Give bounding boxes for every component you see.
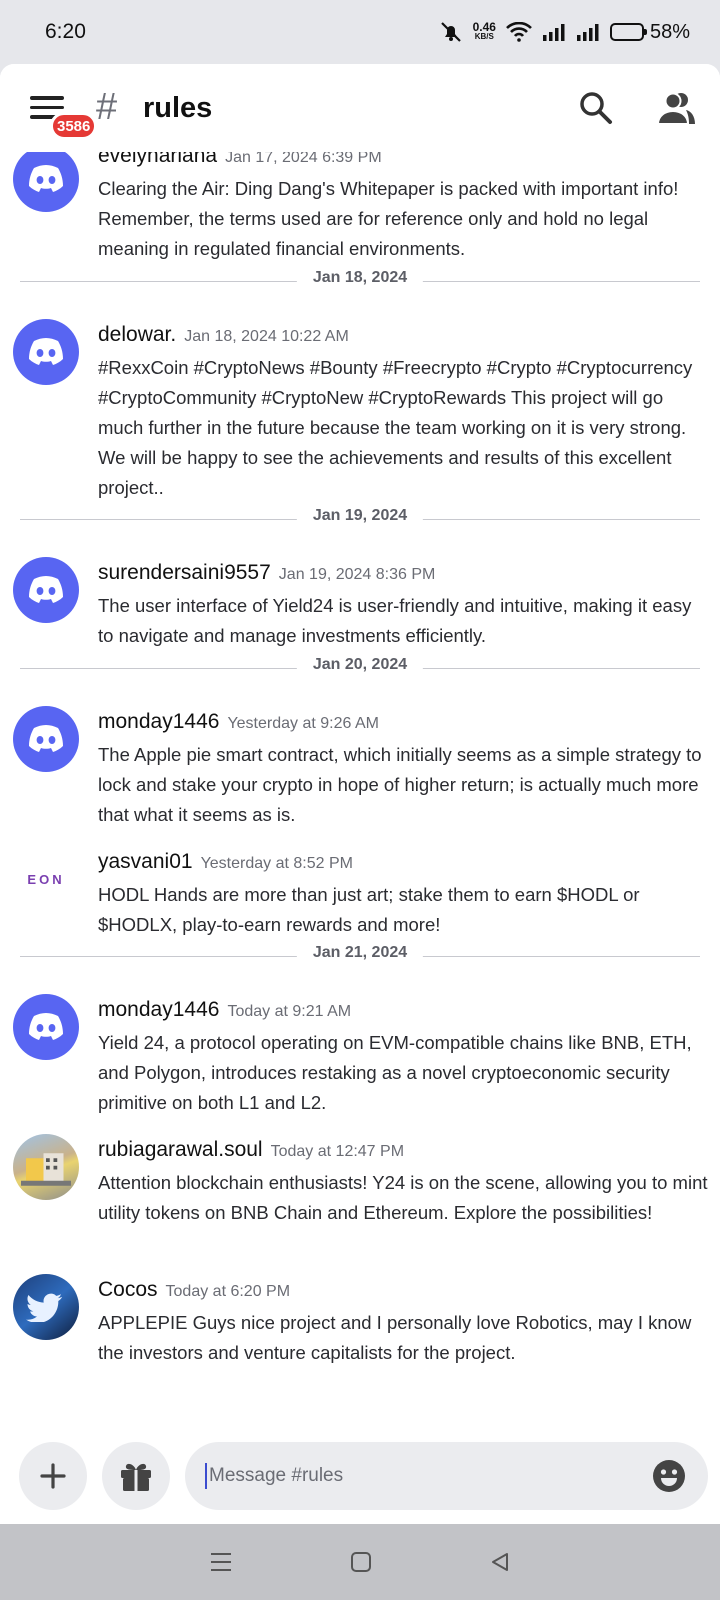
message-text: HODL Hands are more than just art; stake… <box>98 884 640 935</box>
avatar[interactable] <box>13 1134 79 1200</box>
username[interactable]: rubiagarawal.soul <box>98 1138 263 1161</box>
battery-icon <box>609 23 647 41</box>
date-divider: Jan 19, 2024 <box>20 507 700 531</box>
message-text: The Apple pie smart contract, which init… <box>98 744 702 825</box>
message-input-container[interactable] <box>185 1442 708 1510</box>
plus-icon <box>40 1463 66 1489</box>
username[interactable]: monday1446 <box>98 710 219 733</box>
status-time: 6:20 <box>45 20 86 43</box>
status-bar: 6:20 0.46 KB/S 58% <box>0 0 720 64</box>
hash-icon: # <box>96 86 118 128</box>
avatar[interactable] <box>13 706 79 772</box>
battery: 58% <box>609 20 690 44</box>
system-nav-bar <box>0 1524 720 1600</box>
username[interactable]: monday1446 <box>98 998 219 1021</box>
mute-icon <box>440 22 461 42</box>
search-icon[interactable] <box>578 90 614 126</box>
username[interactable]: yasvani01 <box>98 850 193 873</box>
avatar[interactable] <box>13 994 79 1060</box>
username[interactable]: Cocos <box>98 1278 158 1301</box>
building-photo-icon <box>21 1153 71 1186</box>
date-divider: Jan 18, 2024 <box>20 269 700 293</box>
message-author[interactable]: yasvani01 Yesterday at 8:52 PM <box>98 850 353 874</box>
message-text: #RexxCoin #CryptoNews #Bounty #Freecrypt… <box>98 357 693 498</box>
timestamp: Yesterday at 9:26 AM <box>227 715 379 732</box>
gift-button[interactable] <box>102 1442 170 1510</box>
net-speed-unit: KB/S <box>474 32 494 41</box>
date-divider-label: Jan 19, 2024 <box>296 507 424 525</box>
channel-title: rules <box>143 92 213 124</box>
bird-logo-icon <box>26 1293 62 1322</box>
wifi-icon <box>506 22 532 42</box>
message-text: Clearing the Air: Ding Dang's Whitepaper… <box>98 178 679 259</box>
message-text: Attention blockchain enthusiasts! Y24 is… <box>98 1172 708 1223</box>
avatar-logo-text: EON <box>27 871 65 887</box>
message-author[interactable]: rubiagarawal.soul Today at 12:47 PM <box>98 1138 404 1162</box>
timestamp: Jan 18, 2024 10:22 AM <box>184 328 349 345</box>
channel-panel: evelyhariana Jan 17, 2024 6:39 PM Clearin… <box>0 64 720 1524</box>
notification-badge: 3586 <box>50 112 98 140</box>
recents-icon[interactable] <box>209 1551 233 1573</box>
battery-percent: 58% <box>649 20 690 43</box>
date-divider-label: Jan 21, 2024 <box>296 944 424 962</box>
username[interactable]: surendersaini9557 <box>98 561 271 584</box>
gift-icon <box>121 1463 151 1491</box>
signal-icon-2 <box>576 24 599 41</box>
channel-header: 3586 # rules <box>0 64 720 152</box>
text-caret <box>205 1463 207 1489</box>
discord-logo-icon <box>29 165 63 192</box>
message-author[interactable]: Cocos Today at 6:20 PM <box>98 1278 290 1302</box>
message-author[interactable]: surendersaini9557 Jan 19, 2024 8:36 PM <box>98 561 435 585</box>
discord-logo-icon <box>29 338 63 365</box>
composer-bar <box>0 1438 720 1524</box>
message-author[interactable]: monday1446 Yesterday at 9:26 AM <box>98 710 379 734</box>
message-input[interactable] <box>209 1465 609 1487</box>
emoji-icon[interactable] <box>652 1459 686 1493</box>
message-list[interactable]: evelyhariana Jan 17, 2024 6:39 PM Clearin… <box>0 64 720 1524</box>
timestamp: Today at 12:47 PM <box>270 1143 405 1160</box>
net-speed: 0.46 KB/S <box>472 20 496 42</box>
username[interactable]: delowar. <box>98 323 176 346</box>
signal-icon <box>542 24 565 41</box>
date-divider: Jan 20, 2024 <box>20 656 700 680</box>
message-text: The user interface of Yield24 is user-fr… <box>98 595 692 646</box>
discord-logo-icon <box>29 1013 63 1040</box>
timestamp: Yesterday at 8:52 PM <box>200 855 353 872</box>
members-icon[interactable] <box>656 90 696 126</box>
date-divider-label: Jan 20, 2024 <box>296 656 424 674</box>
back-icon[interactable] <box>489 1551 511 1573</box>
timestamp: Jan 19, 2024 8:36 PM <box>278 566 436 583</box>
avatar[interactable] <box>13 146 79 212</box>
home-icon[interactable] <box>350 1551 372 1573</box>
status-icons: 0.46 KB/S 58% <box>439 21 690 44</box>
avatar[interactable]: EON <box>13 846 79 912</box>
add-attachment-button[interactable] <box>19 1442 87 1510</box>
discord-logo-icon <box>29 725 63 752</box>
date-divider: Jan 21, 2024 <box>20 944 700 968</box>
message-text: APPLEPIE Guys nice project and I persona… <box>98 1312 692 1363</box>
message-author[interactable]: delowar. Jan 18, 2024 10:22 AM <box>98 323 349 347</box>
timestamp: Today at 6:20 PM <box>165 1283 291 1300</box>
message-text: Yield 24, a protocol operating on EVM-co… <box>98 1032 692 1113</box>
date-divider-label: Jan 18, 2024 <box>296 269 424 287</box>
message-author[interactable]: monday1446 Today at 9:21 AM <box>98 998 351 1022</box>
timestamp: Today at 9:21 AM <box>227 1003 352 1020</box>
discord-logo-icon <box>29 576 63 603</box>
net-speed-value: 0.46 <box>472 20 496 34</box>
avatar[interactable] <box>13 557 79 623</box>
avatar[interactable] <box>13 319 79 385</box>
avatar[interactable] <box>13 1274 79 1340</box>
